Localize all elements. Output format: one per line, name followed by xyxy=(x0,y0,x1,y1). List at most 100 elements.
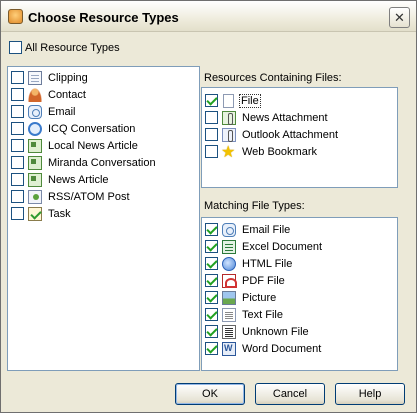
item-label: Miranda Conversation xyxy=(48,156,156,169)
contact-icon xyxy=(28,87,42,102)
item-label: Unknown File xyxy=(242,325,309,338)
list-item[interactable]: ICQ Conversation xyxy=(11,120,137,137)
cancel-button[interactable]: Cancel xyxy=(255,383,325,405)
item-label: HTML File xyxy=(242,257,293,270)
file-icon xyxy=(223,93,234,108)
item-label: Contact xyxy=(48,88,86,101)
item-label: RSS/ATOM Post xyxy=(48,190,130,203)
item-label: Outlook Attachment xyxy=(242,128,338,141)
ok-button[interactable]: OK xyxy=(175,383,245,405)
list-item[interactable]: Web Bookmark xyxy=(205,142,319,162)
item-checkbox[interactable] xyxy=(11,156,24,169)
item-label: Excel Document xyxy=(242,240,323,253)
list-item[interactable]: Picture xyxy=(205,289,278,306)
clipping-icon xyxy=(28,70,42,85)
excel-icon xyxy=(222,239,236,254)
local-news-icon xyxy=(28,138,42,153)
item-checkbox[interactable] xyxy=(205,223,218,236)
item-label: Clipping xyxy=(48,71,88,84)
dialog-title: Choose Resource Types xyxy=(28,10,179,25)
item-checkbox[interactable] xyxy=(11,105,24,118)
word-icon xyxy=(222,341,236,356)
close-button[interactable]: ✕ xyxy=(389,7,410,28)
unknown-file-icon xyxy=(222,324,236,339)
list-item[interactable]: File xyxy=(205,92,261,109)
item-label: Local News Article xyxy=(48,139,138,152)
item-checkbox[interactable] xyxy=(11,190,24,203)
list-item[interactable]: Task xyxy=(11,205,73,222)
list-item[interactable]: Email xyxy=(11,103,78,120)
list-item[interactable]: Local News Article xyxy=(11,137,140,154)
item-checkbox[interactable] xyxy=(205,308,218,321)
news-attachment-icon xyxy=(222,110,236,125)
item-label: Web Bookmark xyxy=(242,145,317,158)
item-label: News Article xyxy=(48,173,109,186)
html-icon xyxy=(222,256,236,271)
item-checkbox[interactable] xyxy=(11,122,24,135)
title-bar: Choose Resource Types ✕ xyxy=(1,1,416,32)
item-checkbox[interactable] xyxy=(205,274,218,287)
item-checkbox[interactable] xyxy=(205,257,218,270)
list-item[interactable]: RSS/ATOM Post xyxy=(11,188,132,205)
item-label: News Attachment xyxy=(242,111,328,124)
item-label: Text File xyxy=(242,308,283,321)
item-label: Picture xyxy=(242,291,277,304)
list-item[interactable]: Text File xyxy=(205,306,285,323)
choose-resource-types-dialog: Choose Resource Types ✕ All Resource Typ… xyxy=(0,0,417,413)
item-label: Email xyxy=(48,105,76,118)
list-item[interactable]: Word Document xyxy=(205,340,323,357)
item-checkbox[interactable] xyxy=(205,94,218,107)
item-checkbox[interactable] xyxy=(205,291,218,304)
item-checkbox[interactable] xyxy=(205,325,218,338)
list-item[interactable]: Miranda Conversation xyxy=(11,154,158,171)
list-item[interactable]: News Article xyxy=(11,171,111,188)
list-item[interactable]: Unknown File xyxy=(205,323,311,340)
icq-icon xyxy=(28,121,42,136)
list-item[interactable]: Excel Document xyxy=(205,238,324,255)
item-checkbox[interactable] xyxy=(11,139,24,152)
resource-types-list[interactable]: Clipping Contact Email ICQ Conversation Loca… xyxy=(7,66,200,371)
resources-containing-files-label: Resources Containing Files: xyxy=(204,72,342,84)
item-checkbox[interactable] xyxy=(11,173,24,186)
outlook-attachment-icon xyxy=(222,127,236,142)
item-label: Task xyxy=(48,207,71,220)
email-icon xyxy=(28,104,42,119)
matching-file-types-list[interactable]: Email File Excel Document HTML File PDF Fil… xyxy=(201,217,398,371)
item-label: Word Document xyxy=(242,342,322,355)
item-label: File xyxy=(239,93,261,108)
all-resource-types-checkbox[interactable] xyxy=(9,41,22,54)
list-item[interactable]: Email File xyxy=(205,221,292,238)
all-resource-types-option[interactable]: All Resource Types xyxy=(9,41,120,54)
pdf-icon xyxy=(222,273,237,288)
list-item[interactable]: News Attachment xyxy=(205,109,330,126)
item-checkbox[interactable] xyxy=(11,71,24,84)
list-item[interactable]: PDF File xyxy=(205,272,287,289)
item-checkbox[interactable] xyxy=(11,207,24,220)
task-icon xyxy=(28,206,42,221)
web-bookmark-icon xyxy=(221,142,236,162)
matching-file-types-label: Matching File Types: xyxy=(204,200,305,212)
item-checkbox[interactable] xyxy=(205,128,218,141)
list-item[interactable]: Clipping xyxy=(11,69,90,86)
news-article-icon xyxy=(28,172,42,187)
item-checkbox[interactable] xyxy=(205,240,218,253)
item-label: ICQ Conversation xyxy=(48,122,136,135)
miranda-icon xyxy=(28,155,42,170)
resources-containing-files-list[interactable]: File News Attachment Outlook Attachment Web… xyxy=(201,87,398,188)
rss-icon xyxy=(28,189,42,204)
list-item[interactable]: Outlook Attachment xyxy=(205,126,340,143)
item-label: Email File xyxy=(242,223,291,236)
all-resource-types-label: All Resource Types xyxy=(25,41,120,54)
item-checkbox[interactable] xyxy=(11,88,24,101)
text-file-icon xyxy=(222,307,236,322)
item-label: PDF File xyxy=(242,274,285,287)
list-item[interactable]: Contact xyxy=(11,86,88,103)
item-checkbox[interactable] xyxy=(205,145,218,158)
picture-icon xyxy=(222,290,236,305)
resource-types-icon xyxy=(8,9,23,24)
email-file-icon xyxy=(222,222,236,237)
item-checkbox[interactable] xyxy=(205,342,218,355)
help-button[interactable]: Help xyxy=(335,383,405,405)
list-item[interactable]: HTML File xyxy=(205,255,294,272)
item-checkbox[interactable] xyxy=(205,111,218,124)
